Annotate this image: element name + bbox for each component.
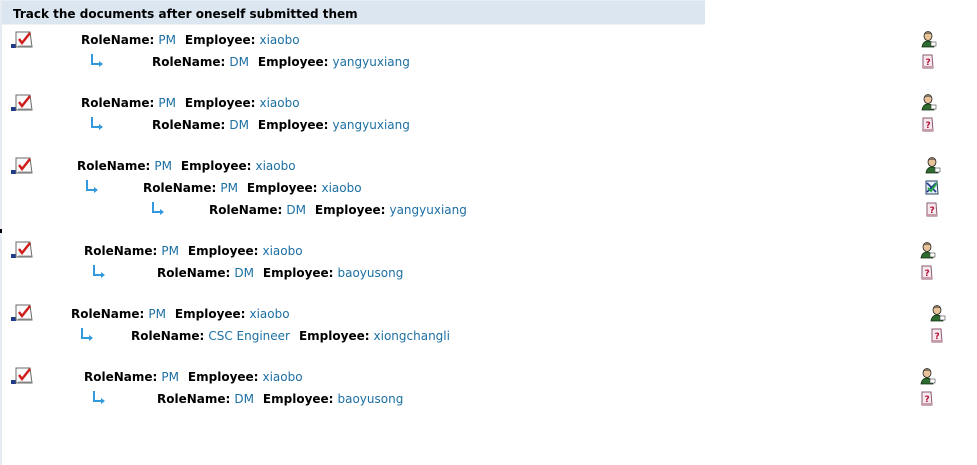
employee-label: Employee:	[174, 307, 246, 321]
pending-doc-icon[interactable]: ?	[919, 390, 935, 407]
role-label: RoleName:	[71, 307, 145, 321]
list-item: RoleName: PM Employee: xiaobo	[0, 242, 977, 259]
page-title: Track the documents after oneself submit…	[13, 7, 358, 21]
employee-value: xiaobo	[321, 181, 362, 195]
employee-label: Employee:	[180, 159, 252, 173]
list-item: RoleName: PM Employee: xiaobo	[0, 31, 977, 48]
forward-arrow-icon	[79, 327, 95, 343]
role-label: RoleName:	[152, 118, 226, 132]
employee-value: xiaobo	[262, 244, 303, 258]
person-icon[interactable]	[920, 368, 936, 385]
svg-text:?: ?	[925, 269, 930, 279]
list-item: RoleName: PM Employee: xiaobo	[0, 305, 977, 322]
person-icon[interactable]	[925, 157, 941, 174]
list-item: RoleName: PM Employee: xiaobo	[0, 157, 977, 174]
person-icon[interactable]	[930, 305, 946, 322]
role-label: RoleName:	[157, 392, 231, 406]
role-label: RoleName:	[143, 181, 217, 195]
person-icon[interactable]	[921, 31, 937, 48]
role-label: RoleName:	[152, 55, 226, 69]
employee-label: Employee:	[262, 266, 334, 280]
forward-arrow-icon	[91, 264, 107, 280]
employee-value: xiaobo	[255, 159, 296, 173]
role-label: RoleName:	[84, 370, 158, 384]
employee-value: xiaobo	[249, 307, 290, 321]
employee-label: Employee:	[184, 96, 256, 110]
role-label: RoleName:	[131, 329, 205, 343]
role-value: DM	[234, 392, 254, 406]
employee-value: xiaobo	[259, 33, 300, 47]
role-value: DM	[234, 266, 254, 280]
pending-doc-icon[interactable]: ?	[920, 53, 936, 70]
employee-value: xiaobo	[259, 96, 300, 110]
role-value: DM	[286, 203, 306, 217]
svg-text:?: ?	[935, 332, 940, 342]
header-bar: Track the documents after oneself submit…	[2, 0, 705, 25]
forward-arrow-icon	[84, 179, 100, 195]
role-label: RoleName:	[81, 33, 155, 47]
role-value: PM	[158, 33, 176, 47]
svg-text:?: ?	[930, 206, 935, 216]
role-value: PM	[161, 244, 179, 258]
employee-label: Employee:	[314, 203, 386, 217]
pending-doc-icon[interactable]: ?	[919, 264, 935, 281]
forward-arrow-icon	[89, 53, 105, 69]
role-label: RoleName:	[77, 159, 151, 173]
list-item: RoleName: CSC Engineer Employee: xiongchang…	[0, 328, 977, 344]
employee-value: xiongchangli	[373, 329, 450, 343]
employee-value: yangyuxiang	[332, 118, 410, 132]
list-item: RoleName: PM Employee: xiaobo	[0, 180, 977, 196]
role-label: RoleName:	[84, 244, 158, 258]
list-item: RoleName: DM Employee: yangyuxiang?	[0, 117, 977, 133]
employee-label: Employee:	[298, 329, 370, 343]
employee-label: Employee:	[257, 55, 329, 69]
role-value: PM	[161, 370, 179, 384]
role-value: PM	[148, 307, 166, 321]
employee-label: Employee:	[184, 33, 256, 47]
employee-value: yangyuxiang	[332, 55, 410, 69]
svg-text:?: ?	[925, 395, 930, 405]
person-icon[interactable]	[921, 94, 937, 111]
employee-value: baoyusong	[337, 266, 404, 280]
forward-arrow-icon	[91, 390, 107, 406]
role-label: RoleName:	[81, 96, 155, 110]
list-item: RoleName: DM Employee: yangyuxiang?	[0, 202, 977, 218]
svg-text:?: ?	[926, 121, 931, 131]
role-value: PM	[158, 96, 176, 110]
role-value: PM	[220, 181, 238, 195]
forward-arrow-icon	[89, 116, 105, 132]
list-item: RoleName: DM Employee: baoyusong?	[0, 265, 977, 281]
pending-doc-icon[interactable]: ?	[924, 201, 940, 218]
approved-check-icon[interactable]	[924, 179, 940, 196]
list-item: RoleName: DM Employee: yangyuxiang?	[0, 54, 977, 70]
role-value: CSC Engineer	[208, 329, 290, 343]
pending-doc-icon[interactable]: ?	[920, 116, 936, 133]
employee-label: Employee:	[257, 118, 329, 132]
list-item: RoleName: PM Employee: xiaobo	[0, 368, 977, 385]
edge-tick	[0, 229, 2, 233]
employee-label: Employee:	[246, 181, 318, 195]
role-value: PM	[154, 159, 172, 173]
role-label: RoleName:	[209, 203, 283, 217]
employee-label: Employee:	[187, 370, 259, 384]
forward-arrow-icon	[150, 201, 166, 217]
employee-value: yangyuxiang	[389, 203, 467, 217]
employee-value: baoyusong	[337, 392, 404, 406]
list-item: RoleName: PM Employee: xiaobo	[0, 94, 977, 111]
employee-value: xiaobo	[262, 370, 303, 384]
pending-doc-icon[interactable]: ?	[929, 327, 945, 344]
list-item: RoleName: DM Employee: baoyusong?	[0, 391, 977, 407]
employee-label: Employee:	[187, 244, 259, 258]
employee-label: Employee:	[262, 392, 334, 406]
role-value: DM	[229, 55, 249, 69]
person-icon[interactable]	[920, 242, 936, 259]
role-value: DM	[229, 118, 249, 132]
svg-text:?: ?	[926, 58, 931, 68]
role-label: RoleName:	[157, 266, 231, 280]
